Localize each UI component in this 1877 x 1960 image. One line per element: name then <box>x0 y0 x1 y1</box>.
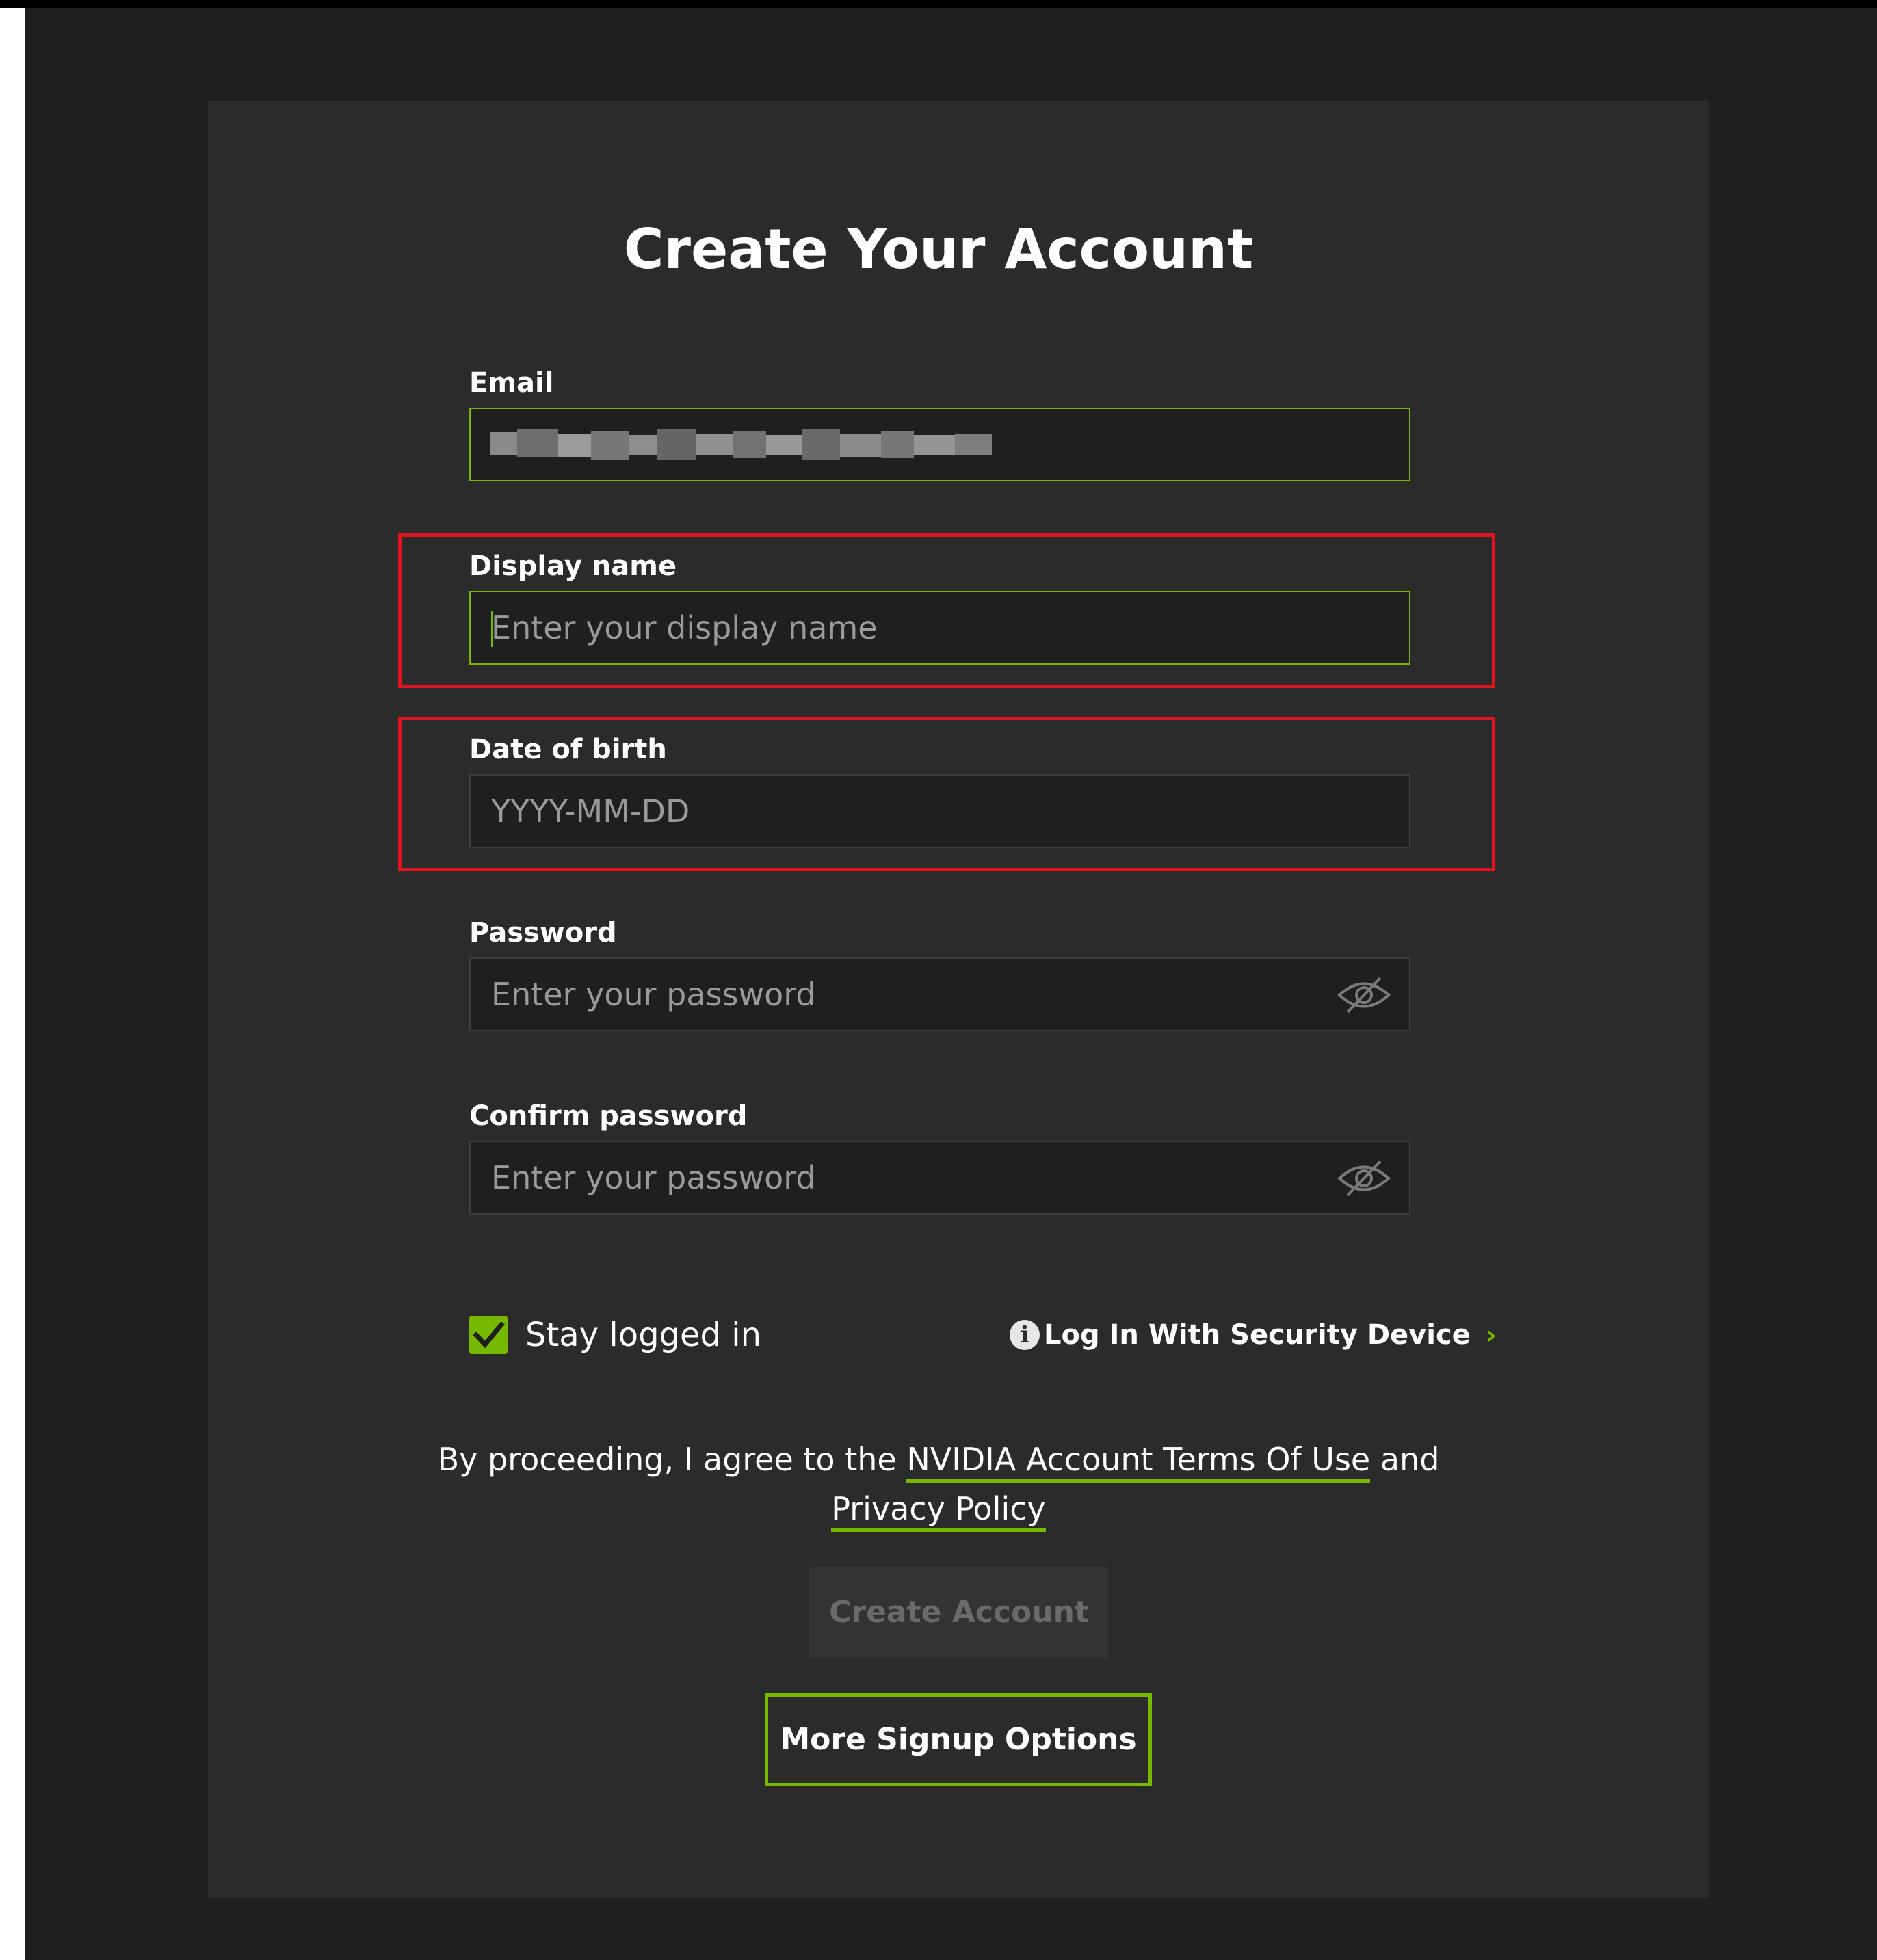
agreement-text: By proceeding, I agree to the NVIDIA Acc… <box>0 1435 1877 1533</box>
security-device-label: Log In With Security Device <box>1044 1319 1471 1351</box>
confirm-password-placeholder: Enter your password <box>491 1159 816 1196</box>
display-name-label: Display name <box>469 551 677 582</box>
display-name-placeholder: Enter your display name <box>491 609 878 646</box>
confirm-password-input[interactable]: Enter your password <box>469 1141 1410 1215</box>
security-device-link[interactable]: i Log In With Security Device › <box>1010 1316 1496 1354</box>
stay-logged-in-checkbox[interactable] <box>469 1316 508 1354</box>
eye-slash-icon[interactable] <box>1335 1157 1393 1200</box>
date-of-birth-input[interactable]: YYYY-MM-DD <box>469 774 1410 848</box>
chevron-right-icon: › <box>1485 1320 1497 1350</box>
password-label: Password <box>469 917 617 949</box>
page-title: Create Your Account <box>623 217 1254 281</box>
display-name-input[interactable]: Enter your display name <box>469 591 1410 665</box>
date-of-birth-placeholder: YYYY-MM-DD <box>491 793 690 830</box>
password-placeholder: Enter your password <box>491 976 816 1013</box>
create-account-button[interactable]: Create Account <box>810 1567 1108 1658</box>
email-value-redacted <box>490 427 992 462</box>
date-of-birth-label: Date of birth <box>469 734 667 765</box>
privacy-policy-link[interactable]: Privacy Policy <box>831 1490 1046 1532</box>
email-label: Email <box>469 367 554 399</box>
info-icon: i <box>1010 1320 1040 1350</box>
checkmark-icon <box>473 1321 505 1349</box>
email-field[interactable] <box>469 408 1410 481</box>
more-signup-options-button[interactable]: More Signup Options <box>765 1693 1152 1786</box>
password-input[interactable]: Enter your password <box>469 957 1410 1031</box>
stay-logged-in-label[interactable]: Stay logged in <box>525 1314 761 1355</box>
terms-of-use-link[interactable]: NVIDIA Account Terms Of Use <box>906 1441 1371 1483</box>
confirm-password-label: Confirm password <box>469 1100 748 1132</box>
eye-slash-icon[interactable] <box>1335 974 1393 1016</box>
top-border <box>0 0 1877 8</box>
agreement-prefix: By proceeding, I agree to the <box>437 1441 907 1478</box>
agreement-middle: and <box>1370 1441 1440 1478</box>
